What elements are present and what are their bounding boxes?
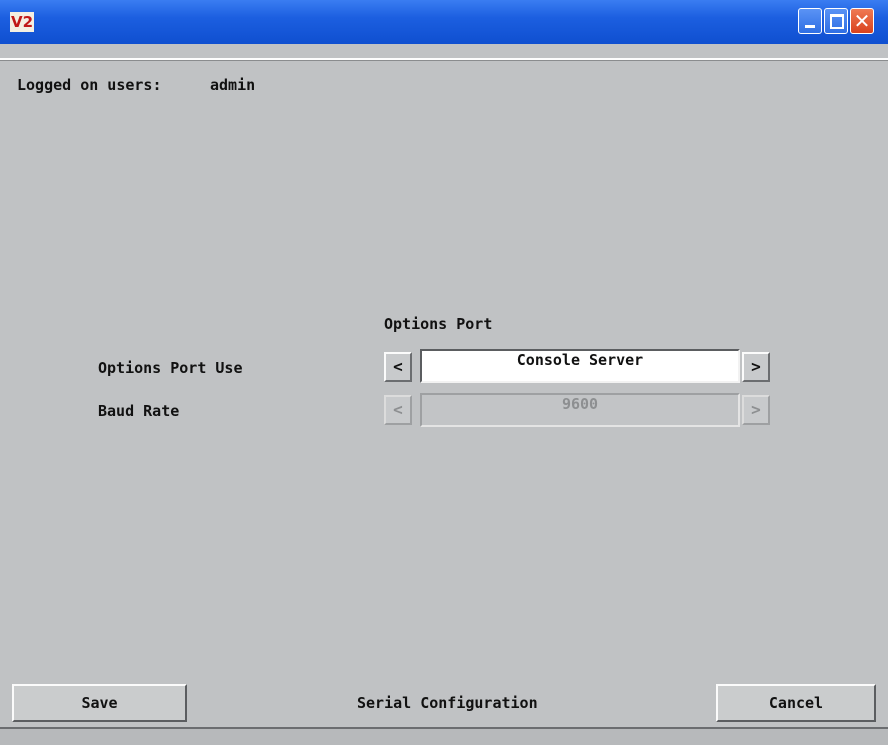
header-divider-shadow [0, 60, 888, 61]
options-port-use-next-button[interactable]: > [742, 352, 770, 382]
options-port-use-prev-button[interactable]: < [384, 352, 412, 382]
logged-users-value: admin [210, 76, 256, 94]
maximize-icon [830, 14, 844, 29]
save-button[interactable]: Save [12, 684, 187, 722]
options-port-use-label: Options Port Use [98, 359, 243, 377]
app-logo-icon: V2 [10, 12, 34, 32]
status-bar [0, 729, 888, 745]
logged-users-label: Logged on users: [17, 76, 162, 94]
section-title: Options Port [384, 315, 493, 333]
baud-rate-next-button[interactable]: > [742, 395, 770, 425]
window: V2 ✕ Logged on users: admin Options Port… [0, 0, 888, 745]
title-bar[interactable]: V2 ✕ [0, 0, 888, 44]
baud-rate-label: Baud Rate [98, 402, 180, 420]
baud-rate-field[interactable]: 9600 [420, 393, 740, 427]
baud-rate-prev-button[interactable]: < [384, 395, 412, 425]
close-button[interactable]: ✕ [850, 8, 874, 34]
maximize-button[interactable] [824, 8, 848, 34]
cancel-button[interactable]: Cancel [716, 684, 876, 722]
footer-title: Serial Configuration [357, 694, 538, 712]
minimize-button[interactable] [798, 8, 822, 34]
close-icon: ✕ [853, 9, 871, 33]
options-port-use-field[interactable]: Console Server [420, 349, 740, 383]
minimize-icon [805, 25, 815, 28]
